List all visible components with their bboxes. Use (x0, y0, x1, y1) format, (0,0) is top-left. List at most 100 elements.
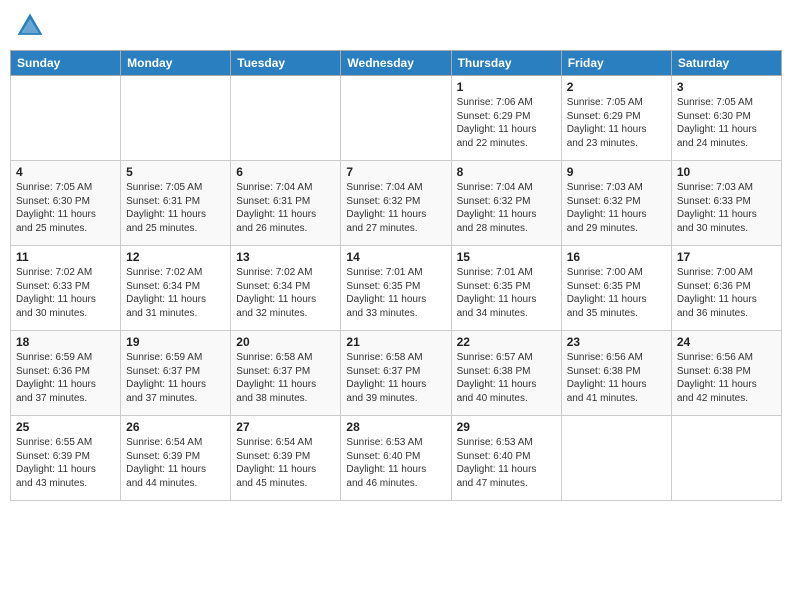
calendar-day-cell: 26 Sunrise: 6:54 AMSunset: 6:39 PMDayligh… (121, 416, 231, 501)
day-info: Sunrise: 7:03 AMSunset: 6:33 PMDaylight:… (677, 181, 776, 235)
page-header (10, 10, 782, 42)
calendar-day-cell: 9Sunrise: 7:03 AMSunset: 6:32 PMDaylight… (561, 161, 671, 246)
day-info: Sunrise: 7:05 AMSunset: 6:31 PMDaylight:… (126, 181, 225, 235)
calendar-day-cell: 16 Sunrise: 7:00 AMSunset: 6:35 PMDayligh… (561, 246, 671, 331)
day-number: 19 (126, 335, 225, 349)
day-number: 24 (677, 335, 776, 349)
day-info: Sunrise: 6:56 AMSunset: 6:38 PMDaylight:… (677, 351, 776, 405)
day-number: 21 (346, 335, 445, 349)
calendar-day-cell: 22Sunrise: 6:57 AMSunset: 6:38 PMDayligh… (451, 331, 561, 416)
day-number: 10 (677, 165, 776, 179)
calendar-day-cell (11, 76, 121, 161)
calendar-day-cell: 6 Sunrise: 7:04 AMSunset: 6:31 PMDaylight… (231, 161, 341, 246)
day-number: 5 (126, 165, 225, 179)
calendar-day-cell (231, 76, 341, 161)
day-info: Sunrise: 6:54 AMSunset: 6:39 PMDaylight:… (236, 436, 335, 490)
calendar-day-cell: 20Sunrise: 6:58 AMSunset: 6:37 PMDayligh… (231, 331, 341, 416)
day-number: 20 (236, 335, 335, 349)
calendar-week-row: 25 Sunrise: 6:55 AMSunset: 6:39 PMDayligh… (11, 416, 782, 501)
calendar-day-cell: 8 Sunrise: 7:04 AMSunset: 6:32 PMDaylight… (451, 161, 561, 246)
day-info: Sunrise: 7:06 AMSunset: 6:29 PMDaylight:… (457, 96, 556, 150)
day-info: Sunrise: 7:02 AMSunset: 6:34 PMDaylight:… (126, 266, 225, 320)
calendar-day-cell: 24 Sunrise: 6:56 AMSunset: 6:38 PMDayligh… (671, 331, 781, 416)
day-info: Sunrise: 7:02 AMSunset: 6:33 PMDaylight:… (16, 266, 115, 320)
calendar-day-cell: 14 Sunrise: 7:01 AMSunset: 6:35 PMDayligh… (341, 246, 451, 331)
day-info: Sunrise: 6:53 AMSunset: 6:40 PMDaylight:… (346, 436, 445, 490)
calendar-week-row: 11 Sunrise: 7:02 AMSunset: 6:33 PMDayligh… (11, 246, 782, 331)
calendar-day-cell: 19 Sunrise: 6:59 AMSunset: 6:37 PMDayligh… (121, 331, 231, 416)
day-info: Sunrise: 6:55 AMSunset: 6:39 PMDaylight:… (16, 436, 115, 490)
calendar-day-cell: 28 Sunrise: 6:53 AMSunset: 6:40 PMDayligh… (341, 416, 451, 501)
day-number: 1 (457, 80, 556, 94)
calendar-day-header: Thursday (451, 51, 561, 76)
day-info: Sunrise: 6:54 AMSunset: 6:39 PMDaylight:… (126, 436, 225, 490)
day-number: 8 (457, 165, 556, 179)
calendar-day-cell: 21 Sunrise: 6:58 AMSunset: 6:37 PMDayligh… (341, 331, 451, 416)
day-info: Sunrise: 7:04 AMSunset: 6:32 PMDaylight:… (346, 181, 445, 235)
day-info: Sunrise: 7:01 AMSunset: 6:35 PMDaylight:… (457, 266, 556, 320)
calendar-day-cell: 12 Sunrise: 7:02 AMSunset: 6:34 PMDayligh… (121, 246, 231, 331)
calendar-day-cell: 13 Sunrise: 7:02 AMSunset: 6:34 PMDayligh… (231, 246, 341, 331)
day-number: 6 (236, 165, 335, 179)
day-info: Sunrise: 7:05 AMSunset: 6:30 PMDaylight:… (16, 181, 115, 235)
calendar-day-cell: 17 Sunrise: 7:00 AMSunset: 6:36 PMDayligh… (671, 246, 781, 331)
calendar-day-header: Sunday (11, 51, 121, 76)
day-info: Sunrise: 7:02 AMSunset: 6:34 PMDaylight:… (236, 266, 335, 320)
calendar-day-header: Monday (121, 51, 231, 76)
day-info: Sunrise: 7:00 AMSunset: 6:36 PMDaylight:… (677, 266, 776, 320)
day-number: 29 (457, 420, 556, 434)
day-number: 15 (457, 250, 556, 264)
day-info: Sunrise: 6:58 AMSunset: 6:37 PMDaylight:… (346, 351, 445, 405)
day-number: 13 (236, 250, 335, 264)
day-info: Sunrise: 7:05 AMSunset: 6:30 PMDaylight:… (677, 96, 776, 150)
calendar-week-row: 1 Sunrise: 7:06 AMSunset: 6:29 PMDaylight… (11, 76, 782, 161)
day-number: 16 (567, 250, 666, 264)
day-info: Sunrise: 6:59 AMSunset: 6:37 PMDaylight:… (126, 351, 225, 405)
day-number: 22 (457, 335, 556, 349)
day-number: 25 (16, 420, 115, 434)
calendar-day-cell: 5 Sunrise: 7:05 AMSunset: 6:31 PMDaylight… (121, 161, 231, 246)
day-number: 17 (677, 250, 776, 264)
day-info: Sunrise: 6:59 AMSunset: 6:36 PMDaylight:… (16, 351, 115, 405)
day-number: 3 (677, 80, 776, 94)
calendar-day-header: Tuesday (231, 51, 341, 76)
day-number: 11 (16, 250, 115, 264)
day-number: 26 (126, 420, 225, 434)
calendar-day-cell: 25 Sunrise: 6:55 AMSunset: 6:39 PMDayligh… (11, 416, 121, 501)
calendar-header-row: SundayMondayTuesdayWednesdayThursdayFrid… (11, 51, 782, 76)
calendar-day-cell: 2Sunrise: 7:05 AMSunset: 6:29 PMDaylight… (561, 76, 671, 161)
day-info: Sunrise: 6:53 AMSunset: 6:40 PMDaylight:… (457, 436, 556, 490)
calendar-day-cell: 11 Sunrise: 7:02 AMSunset: 6:33 PMDayligh… (11, 246, 121, 331)
day-number: 23 (567, 335, 666, 349)
day-number: 28 (346, 420, 445, 434)
calendar-day-cell: 15 Sunrise: 7:01 AMSunset: 6:35 PMDayligh… (451, 246, 561, 331)
calendar-day-cell: 29 Sunrise: 6:53 AMSunset: 6:40 PMDayligh… (451, 416, 561, 501)
calendar-day-cell (561, 416, 671, 501)
day-info: Sunrise: 7:03 AMSunset: 6:32 PMDaylight:… (567, 181, 666, 235)
calendar-week-row: 4 Sunrise: 7:05 AMSunset: 6:30 PMDaylight… (11, 161, 782, 246)
day-info: Sunrise: 6:56 AMSunset: 6:38 PMDaylight:… (567, 351, 666, 405)
calendar-day-cell (671, 416, 781, 501)
day-info: Sunrise: 7:04 AMSunset: 6:32 PMDaylight:… (457, 181, 556, 235)
calendar-week-row: 18 Sunrise: 6:59 AMSunset: 6:36 PMDayligh… (11, 331, 782, 416)
calendar-day-header: Friday (561, 51, 671, 76)
day-number: 18 (16, 335, 115, 349)
logo-icon (14, 10, 46, 42)
day-number: 12 (126, 250, 225, 264)
calendar-day-cell (121, 76, 231, 161)
logo (14, 10, 48, 42)
calendar-day-cell: 23 Sunrise: 6:56 AMSunset: 6:38 PMDayligh… (561, 331, 671, 416)
calendar-day-cell: 3 Sunrise: 7:05 AMSunset: 6:30 PMDaylight… (671, 76, 781, 161)
day-number: 27 (236, 420, 335, 434)
day-number: 2 (567, 80, 666, 94)
calendar-day-cell: 27 Sunrise: 6:54 AMSunset: 6:39 PMDayligh… (231, 416, 341, 501)
day-info: Sunrise: 7:00 AMSunset: 6:35 PMDaylight:… (567, 266, 666, 320)
day-number: 7 (346, 165, 445, 179)
day-number: 4 (16, 165, 115, 179)
day-info: Sunrise: 7:04 AMSunset: 6:31 PMDaylight:… (236, 181, 335, 235)
day-number: 14 (346, 250, 445, 264)
day-info: Sunrise: 7:01 AMSunset: 6:35 PMDaylight:… (346, 266, 445, 320)
calendar-day-header: Saturday (671, 51, 781, 76)
calendar-day-cell: 18 Sunrise: 6:59 AMSunset: 6:36 PMDayligh… (11, 331, 121, 416)
calendar-day-cell: 10 Sunrise: 7:03 AMSunset: 6:33 PMDayligh… (671, 161, 781, 246)
